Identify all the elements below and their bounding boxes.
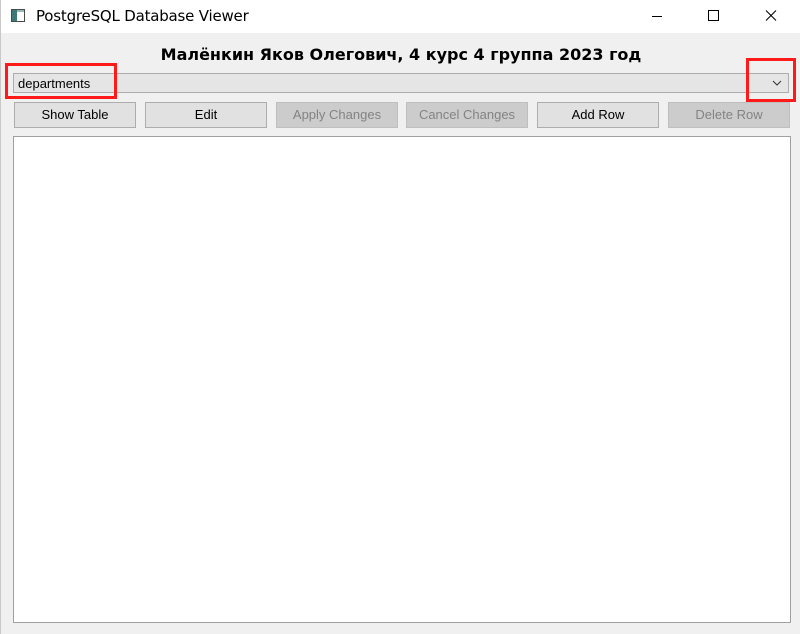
close-icon bbox=[765, 10, 777, 21]
maximize-button[interactable] bbox=[686, 0, 742, 33]
title-bar[interactable]: PostgreSQL Database Viewer bbox=[1, 0, 800, 33]
show-table-button[interactable]: Show Table bbox=[14, 102, 136, 128]
delete-row-button[interactable]: Delete Row bbox=[668, 102, 790, 128]
minimize-button[interactable] bbox=[629, 0, 685, 33]
window-title: PostgreSQL Database Viewer bbox=[36, 7, 249, 25]
table-select[interactable]: departments bbox=[13, 73, 789, 93]
maximize-icon bbox=[708, 10, 719, 21]
chevron-down-icon[interactable] bbox=[768, 74, 786, 92]
apply-changes-button[interactable]: Apply Changes bbox=[276, 102, 398, 128]
add-row-button[interactable]: Add Row bbox=[537, 102, 659, 128]
app-window: PostgreSQL Database Viewer Малёнкин Яков… bbox=[0, 0, 800, 634]
edit-button[interactable]: Edit bbox=[145, 102, 267, 128]
cancel-changes-button[interactable]: Cancel Changes bbox=[406, 102, 528, 128]
page-title: Малёнкин Яков Олегович, 4 курс 4 группа … bbox=[160, 45, 642, 64]
minimize-icon bbox=[652, 16, 662, 17]
app-window-icon bbox=[11, 9, 25, 22]
table-select-value: departments bbox=[18, 76, 91, 91]
close-button[interactable] bbox=[743, 0, 799, 33]
table-view[interactable] bbox=[13, 136, 791, 623]
